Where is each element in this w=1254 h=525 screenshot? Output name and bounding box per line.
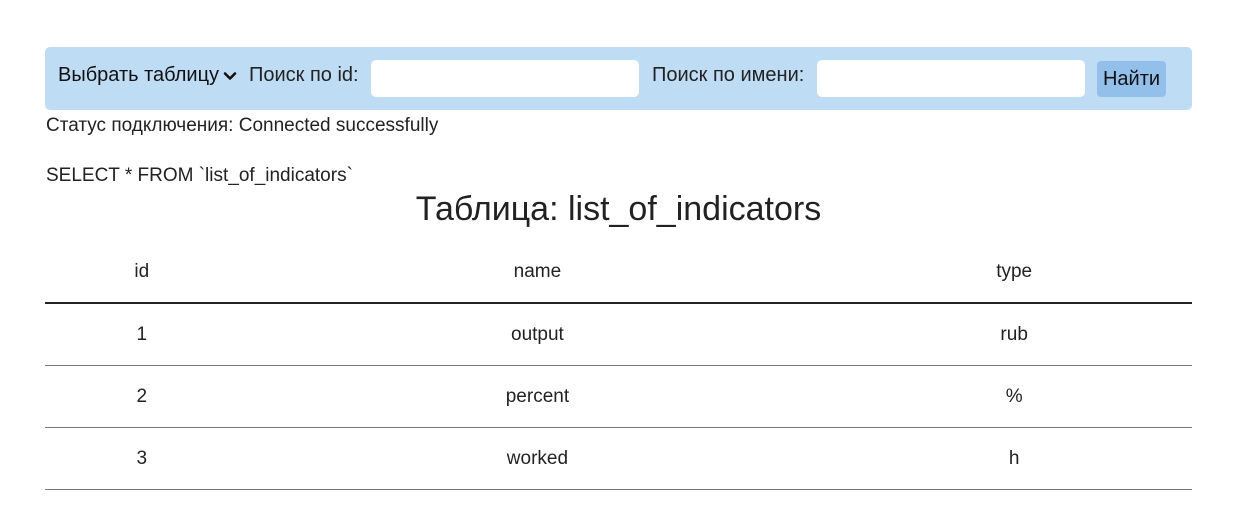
chevron-down-icon (223, 71, 237, 80)
cell-id: 1 (45, 303, 239, 366)
table-select-label: Выбрать таблицу (58, 64, 220, 86)
table-row: 1 output rub (45, 303, 1192, 366)
table-title: Таблица: list_of_indicators (415, 190, 822, 228)
cell-id: 3 (45, 427, 239, 490)
data-table: id name type 1 output rub 2 percent % 3 … (45, 241, 1192, 490)
cell-type: h (836, 427, 1192, 490)
cell-type: rub (836, 303, 1192, 366)
search-toolbar: Выбрать таблицу Поиск по id: Поиск по им… (45, 47, 1192, 110)
column-header-name: name (238, 241, 837, 304)
table-row: 2 percent % (45, 365, 1192, 428)
search-name-label: Поиск по имени: (652, 64, 805, 86)
search-name-input[interactable] (817, 60, 1085, 97)
sql-query-text: SELECT * FROM `list_of_indicators` (46, 165, 353, 186)
cell-name: worked (238, 427, 837, 490)
table-row: 3 worked h (45, 427, 1192, 490)
cell-id: 2 (45, 365, 239, 428)
search-id-label: Поиск по id: (249, 64, 359, 86)
search-id-input[interactable] (371, 60, 639, 97)
column-header-type: type (836, 241, 1192, 304)
cell-name: output (238, 303, 837, 366)
table-header-row: id name type (45, 241, 1192, 304)
find-button[interactable]: Найти (1097, 61, 1166, 97)
column-header-id: id (45, 241, 239, 304)
table-select-dropdown[interactable]: Выбрать таблицу (58, 64, 237, 87)
connection-status: Статус подключения: Connected successful… (46, 115, 439, 136)
cell-name: percent (238, 365, 837, 428)
cell-type: % (836, 365, 1192, 428)
